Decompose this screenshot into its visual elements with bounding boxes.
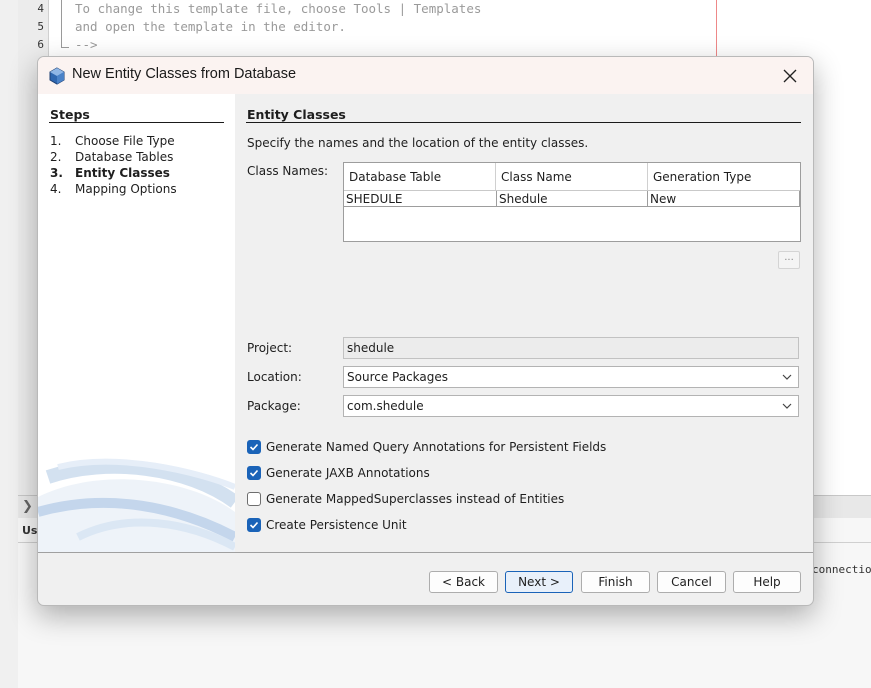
table-header: Database Table Class Name Generation Typ… (344, 163, 800, 191)
code-line: and open the template in the editor. (75, 19, 346, 34)
footer-divider (38, 552, 813, 553)
dialog-titlebar[interactable]: New Entity Classes from Database (38, 57, 813, 94)
cell-class-name[interactable]: Shedule (497, 191, 648, 207)
line-number: 6 (37, 38, 44, 51)
entity-classes-panel: Entity Classes Specify the names and the… (235, 94, 813, 552)
package-combobox[interactable]: com.shedule (343, 395, 799, 417)
package-label: Package: (247, 399, 301, 413)
named-query-checkbox-row[interactable]: Generate Named Query Annotations for Per… (247, 438, 606, 456)
chevron-down-icon[interactable] (782, 402, 792, 410)
back-button[interactable]: < Back (429, 571, 498, 593)
step-number: 2. (50, 150, 62, 164)
step-label: Choose File Type (75, 134, 175, 148)
output-tab-label[interactable]: Us (22, 524, 37, 537)
step-number: 1. (50, 134, 62, 148)
netbeans-cube-icon (49, 67, 65, 85)
package-value: com.shedule (347, 399, 424, 413)
code-line: To change this template file, choose Too… (75, 1, 482, 16)
wizard-swoosh-graphic (38, 458, 235, 552)
checkbox-label[interactable]: Generate JAXB Annotations (266, 466, 430, 480)
finish-button[interactable]: Finish (581, 571, 650, 593)
ide-left-strip (0, 0, 19, 688)
cancel-button[interactable]: Cancel (657, 571, 726, 593)
close-button[interactable] (767, 57, 813, 94)
project-label: Project: (247, 341, 293, 355)
section-divider (246, 122, 801, 123)
fold-guide-end (61, 47, 69, 48)
step-label: Mapping Options (75, 182, 177, 196)
class-names-table[interactable]: Database Table Class Name Generation Typ… (343, 162, 801, 242)
step-number: 4. (50, 182, 62, 196)
column-header-database-table[interactable]: Database Table (344, 163, 496, 190)
project-field: shedule (343, 337, 799, 359)
cell-database-table: SHEDULE (344, 191, 497, 207)
table-options-button[interactable]: ... (778, 251, 800, 269)
location-value: Source Packages (347, 370, 449, 384)
location-select[interactable]: Source Packages (343, 366, 799, 388)
line-number: 4 (37, 2, 44, 15)
section-description: Specify the names and the location of th… (247, 136, 589, 150)
help-button[interactable]: Help (733, 571, 801, 593)
code-line: --> (75, 37, 98, 52)
class-names-label: Class Names: (247, 164, 329, 178)
location-label: Location: (247, 370, 302, 384)
checkbox-label[interactable]: Create Persistence Unit (266, 518, 407, 532)
cell-generation-type[interactable]: New (648, 191, 800, 207)
checkbox-mapped-superclasses[interactable] (247, 492, 261, 506)
checkbox-persistence-unit[interactable] (247, 518, 261, 532)
step-choose-file-type: 1. Choose File Type (50, 134, 175, 148)
dialog-title: New Entity Classes from Database (72, 66, 297, 82)
step-number: 3. (50, 166, 63, 180)
jaxb-checkbox-row[interactable]: Generate JAXB Annotations (247, 464, 430, 482)
checkbox-label[interactable]: Generate MappedSuperclasses instead of E… (266, 492, 564, 506)
chevron-down-icon[interactable] (782, 373, 792, 381)
line-number: 5 (37, 20, 44, 33)
mapped-superclasses-checkbox-row[interactable]: Generate MappedSuperclasses instead of E… (247, 490, 564, 508)
column-header-class-name[interactable]: Class Name (496, 163, 648, 190)
output-text: connectio (812, 563, 871, 576)
steps-panel: Steps 1. Choose File Type 2. Database Tabl… (38, 94, 235, 552)
project-value: shedule (347, 341, 395, 355)
next-button[interactable]: Next > (505, 571, 573, 593)
column-header-generation-type[interactable]: Generation Type (648, 163, 800, 190)
checkbox-named-query[interactable] (247, 440, 261, 454)
steps-heading: Steps (50, 107, 90, 122)
steps-divider (49, 122, 224, 123)
step-label: Entity Classes (75, 166, 170, 180)
checkbox-label[interactable]: Generate Named Query Annotations for Per… (266, 440, 606, 454)
section-title: Entity Classes (247, 107, 346, 122)
checkbox-jaxb[interactable] (247, 466, 261, 480)
checkmark-icon (249, 469, 259, 477)
step-database-tables: 2. Database Tables (50, 150, 173, 164)
table-row[interactable]: SHEDULE Shedule New (344, 191, 800, 207)
checkmark-icon (249, 443, 259, 451)
step-entity-classes: 3. Entity Classes (50, 166, 170, 180)
fold-guide (61, 0, 62, 48)
checkmark-icon (249, 521, 259, 529)
close-icon (783, 69, 797, 82)
new-entity-classes-dialog: New Entity Classes from Database Steps 1… (37, 56, 814, 606)
step-mapping-options: 4. Mapping Options (50, 182, 177, 196)
step-label: Database Tables (75, 150, 174, 164)
persistence-unit-checkbox-row[interactable]: Create Persistence Unit (247, 516, 407, 534)
collapse-arrow-icon[interactable]: ❯ (22, 499, 33, 514)
